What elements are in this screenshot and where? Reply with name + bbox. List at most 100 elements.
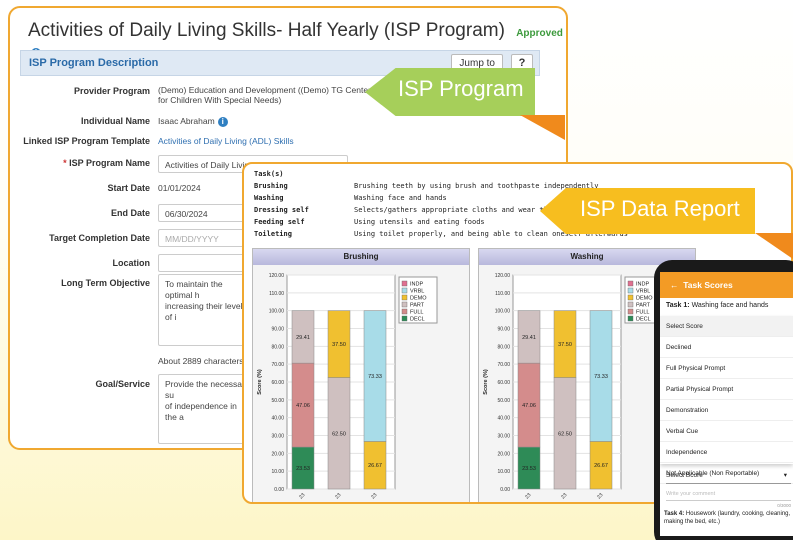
score-option[interactable]: Partial Physical Prompt <box>660 379 793 400</box>
legend-swatch <box>401 308 408 315</box>
legend-label: FULL <box>410 310 423 316</box>
score-select-label: Select Score <box>666 472 703 479</box>
y-tick-label: 10.00 <box>497 469 510 475</box>
y-tick-label: 0.00 <box>274 487 284 493</box>
x-tick-label: 23 <box>524 492 532 500</box>
isp-data-report-banner-text: ISP Data Report <box>580 196 740 221</box>
provider-program-line2: for Children With Special Needs) <box>158 95 282 105</box>
data-label: 73.33 <box>368 374 382 380</box>
y-axis-label: Score (%) <box>257 369 263 395</box>
task-desc: Brushing teeth by using brush and toothp… <box>354 182 599 190</box>
y-tick-label: 100.00 <box>269 309 285 315</box>
legend-swatch <box>627 308 634 315</box>
chart-title: Brushing <box>253 249 469 265</box>
y-tick-label: 90.00 <box>271 327 284 333</box>
program-name-label-text: ISP Program Name <box>69 158 150 168</box>
score-option[interactable]: Full Physical Prompt <box>660 358 793 379</box>
legend-swatch <box>627 301 634 308</box>
task-name: Feeding self <box>254 218 305 226</box>
provider-program-line1: (Demo) Education and Development ((Demo)… <box>158 85 371 95</box>
goal-line1: Provide the necessary su <box>165 379 250 400</box>
data-label: 62.50 <box>558 431 572 437</box>
template-link[interactable]: Activities of Daily Living (ADL) Skills <box>158 136 294 146</box>
phone-task-4: Task 4: Housework (laundry, cooking, cle… <box>664 510 792 526</box>
y-tick-label: 70.00 <box>271 362 284 368</box>
y-tick-label: 110.00 <box>495 291 510 297</box>
legend-swatch <box>627 280 634 287</box>
brushing-chart: 0.00 10.00 20.00 30.00 40.00 50.00 60.00 70.00 8… <box>257 273 438 500</box>
goal-line2: of independence in the a <box>165 401 237 422</box>
legend-swatch <box>627 315 634 322</box>
end-date-input[interactable]: 06/30/2024 <box>158 204 248 222</box>
status-badge: Approved <box>516 28 563 39</box>
data-label: 37.50 <box>558 342 572 348</box>
legend-swatch <box>627 294 634 301</box>
goal-label: Goal/Service <box>95 379 150 389</box>
y-tick-label: 110.00 <box>269 291 284 297</box>
data-label: 47.06 <box>522 403 536 409</box>
legend-label: INDP <box>636 282 649 288</box>
x-tick-label: 23 <box>370 492 378 500</box>
data-label: 29.41 <box>296 335 310 341</box>
legend-label: VRBL <box>636 289 650 295</box>
legend-label: PART <box>410 303 425 309</box>
data-label: 29.41 <box>522 335 536 341</box>
info-icon[interactable]: i <box>217 116 228 127</box>
data-label: 62.50 <box>332 431 346 437</box>
y-tick-label: 30.00 <box>271 434 284 440</box>
legend-label: DECL <box>636 317 651 323</box>
legend-label: PART <box>636 303 651 309</box>
task1-prefix: Task 1: <box>666 302 690 309</box>
lto-line1: To maintain the optimal h <box>165 279 223 300</box>
legend-swatch <box>401 301 408 308</box>
page-title-text: Activities of Daily Living Skills- Half … <box>28 20 505 41</box>
start-date-value: 01/01/2024 <box>158 183 201 193</box>
program-name-label: * ISP Program Name <box>10 158 150 168</box>
target-date-input[interactable]: MM/DD/YYYY <box>158 229 248 247</box>
y-axis-label: Score (%) <box>483 369 489 395</box>
score-option[interactable]: Demonstration <box>660 400 793 421</box>
back-arrow-icon[interactable]: ← <box>670 280 683 290</box>
location-label: Location <box>112 258 151 268</box>
task-header: Task(s) <box>254 170 284 178</box>
phone-screen: ← Task Scores Task 1: Washing face and h… <box>660 272 793 536</box>
y-tick-label: 120.00 <box>269 273 285 279</box>
task-desc: Using utensils and eating foods <box>354 218 485 226</box>
data-label: 23.53 <box>522 466 536 472</box>
comment-input[interactable]: Write your comment <box>666 487 791 501</box>
isp-program-banner-text: ISP Program <box>398 76 524 101</box>
task-desc: Selects/gathers appropriate cloths and w… <box>354 206 561 214</box>
section-title: ISP Program Description <box>29 57 159 69</box>
lto-label: Long Term Objective <box>61 278 150 288</box>
y-tick-label: 20.00 <box>271 451 284 457</box>
y-tick-label: 70.00 <box>497 362 510 368</box>
y-tick-label: 80.00 <box>497 344 510 350</box>
y-tick-label: 60.00 <box>497 380 510 386</box>
data-label: 26.67 <box>368 463 382 469</box>
phone-header-title: Task Scores <box>683 280 733 290</box>
y-tick-label: 40.00 <box>271 416 284 422</box>
legend-label: VRBL <box>410 289 424 295</box>
y-tick-label: 50.00 <box>497 398 510 404</box>
y-tick-label: 90.00 <box>497 327 510 333</box>
y-tick-label: 80.00 <box>271 344 284 350</box>
data-label: 23.53 <box>296 466 310 472</box>
end-date-label: End Date <box>110 208 150 218</box>
score-option[interactable]: Select Score <box>660 316 793 337</box>
legend-label: FULL <box>636 310 649 316</box>
score-option[interactable]: Verbal Cue <box>660 421 793 442</box>
y-tick-label: 60.00 <box>271 380 284 386</box>
score-select[interactable]: Select Score ▾ <box>666 468 791 484</box>
provider-program-label: Provider Program <box>73 86 150 96</box>
data-label: 26.67 <box>594 463 608 469</box>
score-option[interactable]: Independence <box>660 442 793 463</box>
score-option[interactable]: Declined <box>660 337 793 358</box>
x-tick-label: 23 <box>596 492 604 500</box>
legend-swatch <box>627 287 634 294</box>
chart-panel-brushing: Brushing 0.00 10.00 20.00 30.00 40.00 50.00 60… <box>252 248 470 502</box>
data-label: 47.06 <box>296 403 310 409</box>
task-name: Toileting <box>254 230 292 238</box>
y-tick-label: 0.00 <box>500 487 510 493</box>
legend-swatch <box>401 294 408 301</box>
y-tick-label: 120.00 <box>495 273 511 279</box>
